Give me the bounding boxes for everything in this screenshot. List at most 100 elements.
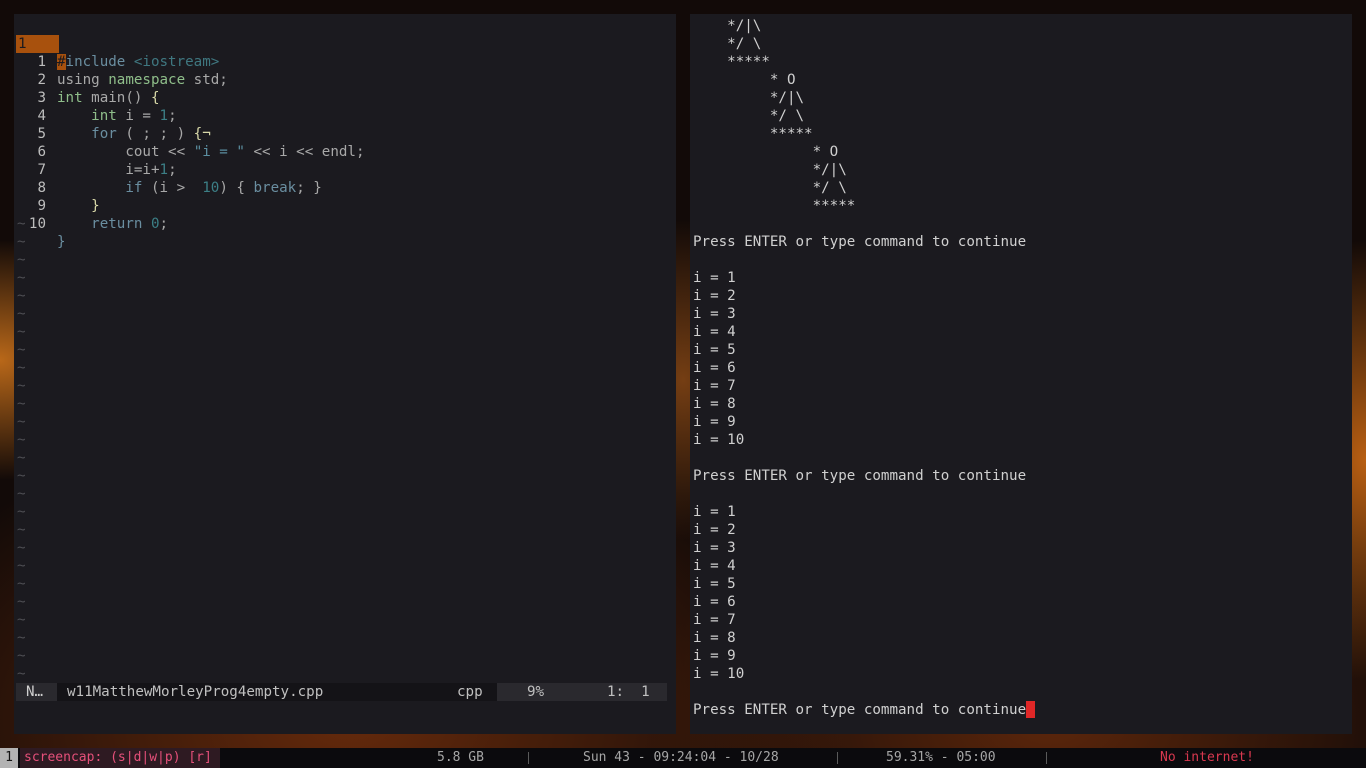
- terminal-line: */|\: [693, 161, 847, 179]
- code-token: namespace: [108, 72, 186, 88]
- code-token: ;: [168, 162, 177, 178]
- code-token: std;: [185, 72, 228, 88]
- terminal-line-text: i = 6: [693, 594, 736, 610]
- terminal-line-text: i = 4: [693, 558, 736, 574]
- window-title: screencap: (s|d|w|p) [r]: [20, 748, 220, 768]
- separator: [528, 752, 529, 764]
- code-line[interactable]: 10 }: [14, 197, 66, 250]
- terminal-line: i = 6: [693, 359, 736, 377]
- empty-line-tilde: ~: [17, 630, 26, 646]
- terminal-line-text: */|\: [693, 162, 847, 178]
- terminal-line-text: Press ENTER or type command to continue: [693, 234, 1027, 250]
- empty-line-tilde: ~: [17, 666, 26, 682]
- terminal-line-text: i = 7: [693, 612, 736, 628]
- code-token: 1: [159, 108, 169, 124]
- empty-line-tilde: ~: [17, 342, 26, 358]
- empty-line-tilde: ~: [17, 234, 26, 250]
- terminal-line-text: *****: [693, 198, 856, 214]
- terminal-line-text: i = 9: [693, 648, 736, 664]
- file-type: cpp: [457, 684, 483, 700]
- code-token: }: [91, 198, 100, 214]
- terminal-line: Press ENTER or type command to continue: [693, 467, 1026, 485]
- empty-line-tilde: ~: [17, 324, 26, 340]
- code-token: if: [125, 180, 143, 196]
- code-line[interactable]: 3 int i = 1;: [14, 71, 176, 124]
- terminal-line-text: Press ENTER or type command to continue: [693, 468, 1027, 484]
- code-token: ( ; ; ): [116, 126, 194, 142]
- terminal-line-text: */ \: [693, 180, 847, 196]
- terminal-line-text: i = 8: [693, 396, 736, 412]
- code-token: for: [91, 126, 117, 142]
- terminal-line: i = 2: [693, 287, 736, 305]
- code-line[interactable]: 1 #include <iostream>: [14, 17, 219, 70]
- empty-line-tilde: ~: [17, 540, 26, 556]
- terminal-line: i = 10: [693, 431, 744, 449]
- separator: [837, 752, 838, 764]
- code-token: }: [57, 234, 66, 250]
- terminal-line-text: i = 8: [693, 630, 736, 646]
- code-line[interactable]: 4 for ( ; ; ) {¬: [14, 89, 210, 142]
- code-token: <iostream>: [133, 54, 220, 70]
- code-line[interactable]: 8 }: [14, 161, 99, 214]
- terminal-line-text: */ \: [693, 108, 805, 124]
- code-line[interactable]: 6 i=i+1;: [14, 125, 176, 178]
- terminal-line-text: Press ENTER or type command to continue: [693, 702, 1027, 718]
- code-token: 10: [202, 180, 220, 196]
- code-token: i=i+: [125, 162, 160, 178]
- memory-usage: 5.8 GB: [437, 750, 484, 765]
- terminal-line-text: i = 10: [693, 432, 745, 448]
- terminal-line: i = 4: [693, 557, 736, 575]
- code-line[interactable]: 9 return 0;: [14, 179, 168, 232]
- terminal-line-text: * O: [693, 72, 796, 88]
- terminal-line: i = 5: [693, 341, 736, 359]
- code-token: 1: [159, 162, 169, 178]
- terminal-line: *****: [693, 53, 770, 71]
- clock: Sun 43 - 09:24:04 - 10/28: [583, 750, 779, 765]
- terminal-pane[interactable]: */|\ */ \ ***** * O */|\ */ \ ***** * O …: [690, 14, 1352, 734]
- code-token: "i = ": [193, 144, 245, 160]
- terminal-line: Press ENTER or type command to continue: [693, 701, 1036, 719]
- empty-line-tilde: ~: [17, 216, 26, 232]
- code-line[interactable]: 1 using namespace std;: [14, 35, 227, 88]
- terminal-line: i = 8: [693, 629, 736, 647]
- terminal-line-text: i = 3: [693, 540, 736, 556]
- terminal-line-text: i = 5: [693, 576, 736, 592]
- terminal-line: Press ENTER or type command to continue: [693, 233, 1026, 251]
- terminal-line: * O: [693, 71, 796, 89]
- code-token: ;: [168, 108, 177, 124]
- code-token: (i >: [142, 180, 203, 196]
- separator: [1046, 752, 1047, 764]
- terminal-line: i = 2: [693, 521, 736, 539]
- empty-line-tilde: ~: [17, 450, 26, 466]
- empty-line-tilde: ~: [17, 648, 26, 664]
- code-line[interactable]: 2 int main() {: [14, 53, 159, 106]
- terminal-line-text: i = 2: [693, 288, 736, 304]
- terminal-line: i = 9: [693, 647, 736, 665]
- code-line[interactable]: 5 cout << "i = " << i << endl;: [14, 107, 364, 160]
- terminal-line-text: i = 9: [693, 414, 736, 430]
- scroll-percent: 9%: [527, 684, 545, 700]
- empty-line-tilde: ~: [17, 360, 26, 376]
- vim-editor-pane[interactable]: 1 #include <iostream> 1 using namespace …: [14, 14, 676, 734]
- terminal-line-text: i = 7: [693, 378, 736, 394]
- terminal-line: i = 7: [693, 611, 736, 629]
- terminal-line: i = 10: [693, 665, 744, 683]
- terminal-line: *****: [693, 125, 813, 143]
- terminal-line: i = 8: [693, 395, 736, 413]
- terminal-line: i = 3: [693, 305, 736, 323]
- empty-line-tilde: ~: [17, 378, 26, 394]
- terminal-cursor: [1026, 701, 1036, 718]
- code-line[interactable]: 7 if (i > 10) { break; }: [14, 143, 321, 196]
- terminal-line: * O: [693, 143, 839, 161]
- battery-status: 59.31% - 05:00: [886, 750, 996, 765]
- empty-line-tilde: ~: [17, 396, 26, 412]
- workspace-indicator[interactable]: 1: [0, 748, 18, 768]
- terminal-line-text: i = 6: [693, 360, 736, 376]
- code-token: ) {: [219, 180, 254, 196]
- terminal-line: */ \: [693, 107, 804, 125]
- code-token: ; }: [296, 180, 322, 196]
